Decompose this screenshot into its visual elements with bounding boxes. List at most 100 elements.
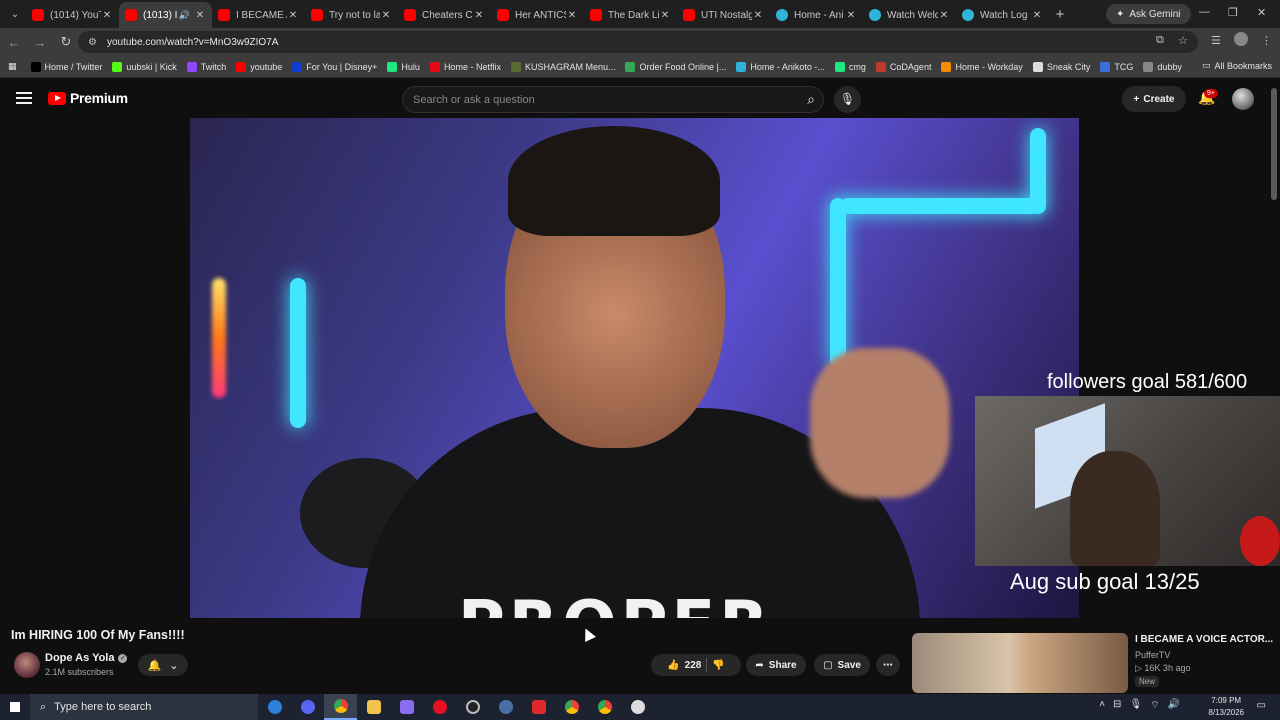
- browser-tab[interactable]: Try not to la ✕: [305, 2, 398, 28]
- like-icon[interactable]: 👍: [667, 660, 679, 671]
- network-icon[interactable]: ⊟: [1113, 699, 1121, 712]
- minimize-icon[interactable]: —: [1199, 6, 1210, 18]
- tab-search-list-icon[interactable]: ☰: [1211, 34, 1221, 47]
- tab-close-icon[interactable]: ✕: [194, 10, 206, 21]
- install-icon[interactable]: ⧉: [1156, 34, 1164, 47]
- address-bar[interactable]: ⚙ youtube.com/watch?v=MnO3w9ZIO7A: [78, 31, 1198, 53]
- browser-tab[interactable]: Her ANTICS ✕: [491, 2, 584, 28]
- bookmark-item[interactable]: TCG: [1100, 61, 1133, 72]
- notification-center-icon[interactable]: ▭: [1257, 700, 1266, 711]
- tab-close-icon[interactable]: ✕: [938, 10, 950, 21]
- tab-close-icon[interactable]: ✕: [752, 10, 764, 21]
- tab-close-icon[interactable]: ✕: [473, 10, 485, 21]
- bookmark-item[interactable]: KUSHAGRAM Menu...: [510, 61, 615, 72]
- bookmark-item[interactable]: Home - Anikoto -...: [736, 61, 825, 72]
- share-button[interactable]: ➦ Share: [746, 654, 806, 676]
- bookmark-item[interactable]: Hulu: [387, 61, 420, 72]
- browser-tab[interactable]: Cheaters Co ✕: [398, 2, 491, 28]
- browser-tab[interactable]: The Dark Lif ✕: [584, 2, 677, 28]
- new-tab-button[interactable]: +: [1049, 6, 1071, 23]
- create-button[interactable]: + Create: [1122, 86, 1186, 112]
- discord-app-icon[interactable]: [291, 694, 324, 720]
- apps-grid-icon[interactable]: ▦: [8, 61, 17, 72]
- browser-tab[interactable]: UTI Nostalgi ✕: [677, 2, 770, 28]
- bookmark-item[interactable]: Home - Workday: [941, 61, 1023, 72]
- folder-icon: ▭: [1201, 60, 1211, 70]
- hamburger-menu-icon[interactable]: [16, 92, 32, 104]
- clock-app-icon[interactable]: [621, 694, 654, 720]
- taskbar-clock[interactable]: 7:09 PM 8/13/2026: [1208, 695, 1244, 719]
- youtube-premium-logo[interactable]: Premium: [48, 90, 128, 106]
- tab-close-icon[interactable]: ✕: [380, 10, 392, 21]
- tab-close-icon[interactable]: ✕: [566, 10, 578, 21]
- taskbar-search-input[interactable]: ⌕ Type here to search: [30, 694, 258, 720]
- tab-audio-icon[interactable]: 🔊: [179, 10, 190, 21]
- chrome-profile-3-icon[interactable]: [588, 694, 621, 720]
- browser-tab[interactable]: Watch Log I ✕: [956, 2, 1049, 28]
- tray-chevron-icon[interactable]: ˄: [1099, 699, 1105, 712]
- tab-close-icon[interactable]: ✕: [659, 10, 671, 21]
- windows-start-icon[interactable]: [0, 702, 30, 712]
- more-actions-button[interactable]: ⋯: [876, 654, 900, 676]
- save-button[interactable]: ▢ Save: [814, 654, 870, 676]
- search-input[interactable]: Search or ask a question ⌕: [402, 86, 824, 113]
- bookmark-star-icon[interactable]: ☆: [1178, 34, 1188, 47]
- bookmark-item[interactable]: dubby: [1143, 61, 1182, 72]
- voice-search-mic-icon[interactable]: 🎙: [834, 86, 861, 113]
- search-icon[interactable]: ⌕: [807, 91, 815, 108]
- file-explorer-icon[interactable]: [357, 694, 390, 720]
- recommended-thumbnail[interactable]: [912, 633, 1128, 693]
- back-icon[interactable]: ←: [2, 35, 26, 50]
- recommended-channel[interactable]: PufferTV: [1135, 650, 1170, 660]
- bookmark-item[interactable]: Sneak City: [1032, 61, 1090, 72]
- ask-gemini-button[interactable]: ✦ Ask Gemini: [1106, 4, 1191, 24]
- wifi-icon[interactable]: ⌔: [1150, 699, 1159, 712]
- bookmark-item[interactable]: youtube: [236, 61, 282, 72]
- volume-icon[interactable]: 🔊: [1168, 699, 1180, 712]
- page-scrollbar[interactable]: [1271, 88, 1277, 200]
- steam-app-icon[interactable]: [489, 694, 522, 720]
- close-window-icon[interactable]: ✕: [1257, 6, 1266, 19]
- reload-icon[interactable]: ↻: [54, 34, 78, 50]
- bookmark-item[interactable]: Order Food Online |...: [625, 61, 726, 72]
- browser-tab[interactable]: Watch Welc ✕: [863, 2, 956, 28]
- browser-tab[interactable]: (1014) YouTu✕: [26, 2, 119, 28]
- forward-icon[interactable]: →: [28, 35, 52, 50]
- dislike-icon[interactable]: 👎: [712, 660, 724, 671]
- microphone-icon[interactable]: 🎙: [1129, 699, 1142, 712]
- bookmark-item[interactable]: uubski | Kick: [112, 61, 177, 72]
- adobe-app-icon[interactable]: [522, 694, 555, 720]
- all-bookmarks-button[interactable]: ▭ All Bookmarks: [1202, 60, 1272, 71]
- channel-avatar[interactable]: [14, 652, 40, 678]
- bookmark-item[interactable]: CoDAgent: [875, 61, 931, 72]
- bookmark-item[interactable]: cmg: [834, 61, 866, 72]
- tab-search-icon[interactable]: ⌄: [4, 3, 26, 25]
- obs-app-icon[interactable]: [456, 694, 489, 720]
- edge-app-icon[interactable]: [258, 694, 291, 720]
- bookmark-item[interactable]: For You | Disney+: [292, 61, 377, 72]
- profile-icon[interactable]: [1234, 32, 1248, 46]
- tab-close-icon[interactable]: ✕: [287, 10, 299, 21]
- bookmark-item[interactable]: Home - Netflix: [429, 61, 501, 72]
- restore-icon[interactable]: ❐: [1228, 6, 1238, 19]
- video-player[interactable]: PROPER: [190, 118, 1079, 618]
- like-count[interactable]: 228: [685, 660, 702, 671]
- chrome-app-icon[interactable]: [324, 694, 357, 720]
- browser-tab[interactable]: Home - Ani ✕: [770, 2, 863, 28]
- recommended-title[interactable]: I BECAME A VOICE ACTOR...: [1135, 634, 1273, 645]
- tab-close-icon[interactable]: ✕: [845, 10, 857, 21]
- account-avatar[interactable]: [1232, 88, 1254, 110]
- menu-kebab-icon[interactable]: ⋮: [1261, 34, 1272, 47]
- site-info-icon[interactable]: ⚙: [88, 37, 97, 48]
- subscribed-notifications-button[interactable]: 🔔 ⌄: [138, 654, 188, 676]
- browser-tab[interactable]: I BECAME A✕: [212, 2, 305, 28]
- channel-name[interactable]: Dope As Yola ✓: [45, 652, 128, 664]
- bookmark-item[interactable]: Twitch: [186, 61, 226, 72]
- game-controller-icon[interactable]: [390, 694, 423, 720]
- bookmark-item[interactable]: Home / Twitter: [30, 61, 102, 72]
- tab-close-icon[interactable]: ✕: [101, 10, 113, 21]
- browser-tab[interactable]: (1013) I 🔊 ✕: [119, 2, 212, 28]
- chrome-profile-2-icon[interactable]: [555, 694, 588, 720]
- media-player-icon[interactable]: [423, 694, 456, 720]
- tab-close-icon[interactable]: ✕: [1031, 10, 1043, 21]
